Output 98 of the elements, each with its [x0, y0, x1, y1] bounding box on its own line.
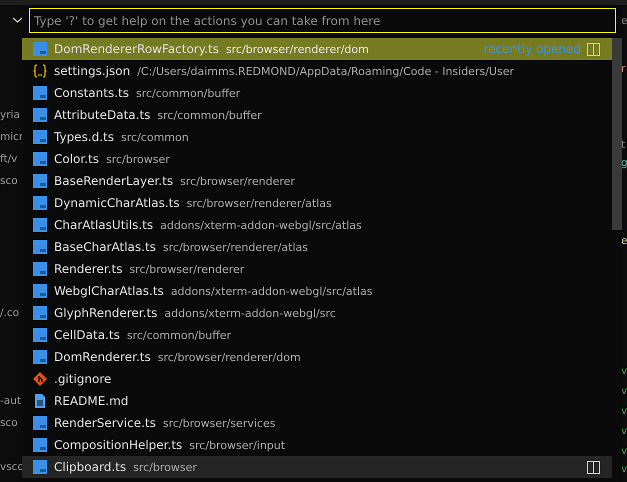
chevron-icon[interactable] — [12, 16, 23, 24]
typescript-file-icon — [32, 41, 48, 57]
typescript-file-icon — [32, 459, 48, 475]
typescript-file-icon — [32, 217, 48, 233]
code-text: v — [621, 364, 627, 378]
file-name: settings.json — [54, 64, 130, 78]
file-path: src/browser/renderer — [180, 174, 295, 188]
typescript-file-icon — [32, 437, 48, 453]
typescript-file-icon — [32, 305, 48, 321]
typescript-file-icon — [32, 129, 48, 145]
file-list-item[interactable]: CompositionHelper.ts src/browser/input — [22, 434, 612, 456]
typescript-file-icon — [32, 261, 48, 277]
code-text: ft/v — [0, 152, 18, 166]
file-list-item[interactable]: RenderService.ts src/browser/services — [22, 412, 612, 434]
file-list-item[interactable]: GlyphRenderer.ts addons/xterm-addon-webgl/src — [22, 302, 612, 324]
code-text: v — [621, 462, 627, 476]
file-name: README.md — [54, 394, 128, 408]
file-path: src/common — [121, 130, 189, 144]
file-path: addons/xterm-addon-webgl/src/atlas — [170, 284, 372, 298]
file-path: src/browser — [106, 152, 170, 166]
typescript-file-icon — [32, 283, 48, 299]
file-path: src/browser/input — [189, 438, 286, 452]
file-list-item[interactable]: WebglCharAtlas.ts addons/xterm-addon-webgl/src/atlas — [22, 280, 612, 302]
file-list-item[interactable]: Types.d.ts src/common — [22, 126, 612, 148]
code-text: sco — [0, 174, 18, 188]
file-name: .gitignore — [54, 372, 112, 386]
file-list-item[interactable]: .gitignore — [22, 368, 612, 390]
file-path: src/browser/services — [162, 416, 276, 430]
file-path: src/common/buffer — [126, 328, 232, 342]
file-path: src/common/buffer — [136, 86, 240, 100]
file-list-item[interactable]: README.md — [22, 390, 612, 412]
file-name: Color.ts — [54, 152, 99, 166]
file-path: src/browser/renderer/atlas — [186, 196, 332, 210]
code-text: r — [621, 62, 626, 76]
recent-label: recently opened — [483, 42, 581, 56]
file-list-item[interactable]: DynamicCharAtlas.ts src/browser/renderer/atlas — [22, 192, 612, 214]
file-path: src/browser/renderer/dom — [158, 350, 301, 364]
code-text: t — [621, 138, 626, 152]
file-name: Constants.ts — [54, 86, 129, 100]
file-list-item[interactable]: Renderer.ts src/browser/renderer — [22, 258, 612, 280]
typescript-file-icon — [32, 195, 48, 211]
file-name: DomRenderer.ts — [54, 350, 151, 364]
file-list-item[interactable]: CharAtlasUtils.ts addons/xterm-addon-webgl/src/atlas — [22, 214, 612, 236]
code-text: yria — [0, 108, 20, 122]
search-field[interactable]: Type '?' to get help on the actions you can take from here — [29, 8, 616, 33]
file-list-item[interactable]: Clipboard.ts src/browser — [22, 456, 612, 478]
file-list-item[interactable]: settings.json /C:/Users/daimms.REDMOND/AppData/Roaming/Code - Insiders/User — [22, 60, 612, 82]
file-name: AttributeData.ts — [54, 108, 150, 122]
git-icon — [32, 371, 48, 387]
file-name: Renderer.ts — [54, 262, 122, 276]
code-text: micr — [0, 130, 24, 144]
code-text: /.co — [0, 306, 20, 320]
file-name: DynamicCharAtlas.ts — [54, 196, 180, 210]
typescript-file-icon — [32, 349, 48, 365]
file-name: RenderService.ts — [54, 416, 156, 430]
file-name: GlyphRenderer.ts — [54, 306, 158, 320]
file-path: /C:/Users/daimms.REDMOND/AppData/Roaming/Code - Insiders/User — [137, 64, 514, 78]
code-text: v — [621, 384, 627, 398]
typescript-file-icon — [32, 415, 48, 431]
file-path: src/browser/renderer/atlas — [162, 240, 308, 254]
file-path: addons/xterm-addon-webgl/src/atlas — [160, 218, 362, 232]
file-name: Types.d.ts — [54, 130, 114, 144]
file-name: DomRendererRowFactory.ts — [54, 42, 219, 56]
document-icon — [32, 393, 48, 409]
scrollbar-thumb[interactable] — [612, 38, 622, 230]
file-name: CellData.ts — [54, 328, 120, 342]
file-name: CompositionHelper.ts — [54, 438, 182, 452]
typescript-file-icon — [32, 173, 48, 189]
code-text: v — [621, 444, 627, 458]
file-name: BaseRenderLayer.ts — [54, 174, 174, 188]
typescript-file-icon — [32, 107, 48, 123]
file-list-item[interactable]: DomRenderer.ts src/browser/renderer/dom — [22, 346, 612, 368]
typescript-file-icon — [32, 85, 48, 101]
file-path: src/browser — [133, 460, 197, 474]
file-name: CharAtlasUtils.ts — [54, 218, 154, 232]
split-editor-icon[interactable] — [587, 460, 600, 474]
file-name: Clipboard.ts — [54, 460, 126, 474]
file-path: addons/xterm-addon-webgl/src — [164, 306, 336, 320]
braces-icon — [32, 63, 48, 79]
typescript-file-icon — [32, 151, 48, 167]
file-path: src/common/buffer — [157, 108, 262, 122]
file-name: WebglCharAtlas.ts — [54, 284, 164, 298]
file-list-item[interactable]: CellData.ts src/common/buffer — [22, 324, 612, 346]
code-text: -aut — [0, 394, 21, 408]
file-path: src/browser/renderer/dom — [226, 42, 369, 56]
code-text: sco — [0, 416, 18, 430]
file-list-item[interactable]: DomRendererRowFactory.ts src/browser/renderer/dom recently opened — [22, 38, 612, 60]
code-text: v — [621, 404, 627, 418]
file-list-item[interactable]: Color.ts src/browser — [22, 148, 612, 170]
file-list-item[interactable]: BaseCharAtlas.ts src/browser/renderer/atlas — [22, 236, 612, 258]
typescript-file-icon — [32, 239, 48, 255]
file-list-item[interactable]: BaseRenderLayer.ts src/browser/renderer — [22, 170, 612, 192]
file-list-item[interactable]: Constants.ts src/common/buffer — [22, 82, 612, 104]
file-list-item[interactable]: AttributeData.ts src/common/buffer — [22, 104, 612, 126]
file-name: BaseCharAtlas.ts — [54, 240, 156, 254]
typescript-file-icon — [32, 327, 48, 343]
file-path: src/browser/renderer — [129, 262, 244, 276]
code-text: v — [621, 424, 627, 438]
